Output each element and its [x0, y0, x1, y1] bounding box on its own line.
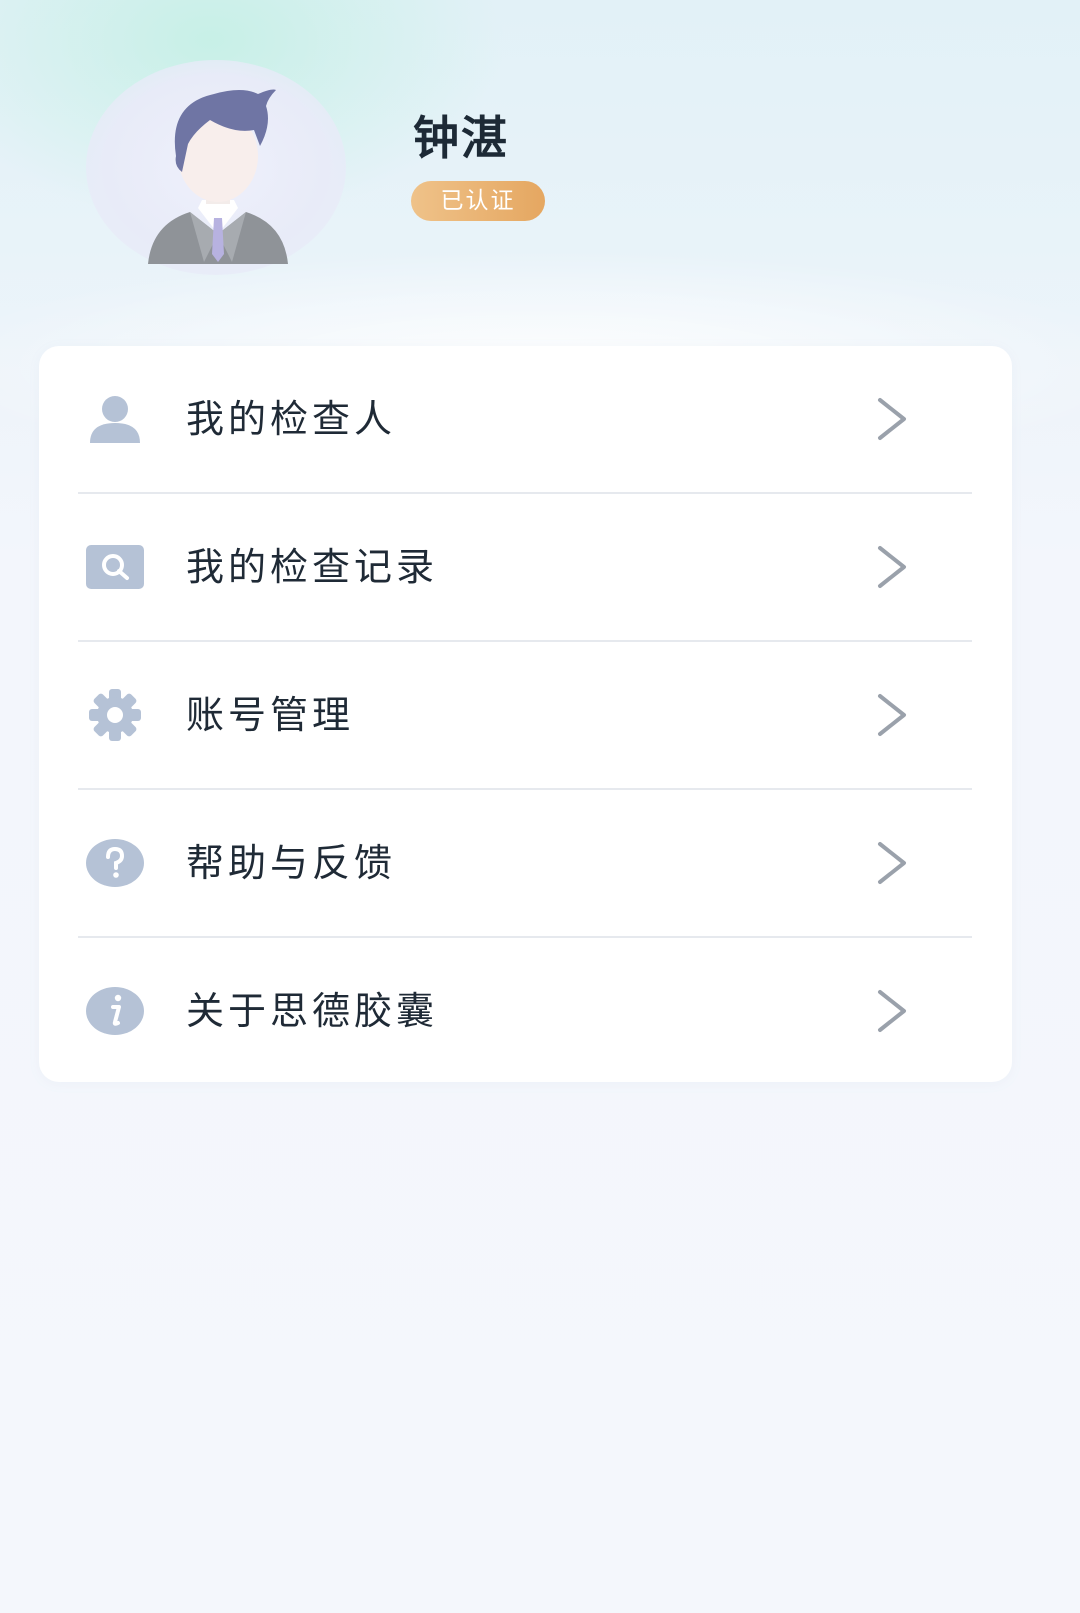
chevron-right-icon — [878, 842, 906, 884]
chevron-right-icon — [878, 398, 906, 440]
help-icon — [85, 833, 145, 893]
menu-item-my-exam-records[interactable]: 我的检查记录 — [39, 494, 1012, 641]
search-record-icon — [85, 537, 145, 597]
menu-item-label: 账号管理 — [186, 693, 355, 737]
menu-item-account-management[interactable]: 账号管理 — [39, 642, 1012, 789]
person-icon — [85, 389, 145, 449]
menu-item-about[interactable]: 关于思德胶囊 — [39, 938, 1012, 1085]
user-avatar-icon — [148, 89, 288, 264]
chevron-right-icon — [878, 694, 906, 736]
user-name: 钟湛 — [413, 111, 509, 165]
menu-item-label: 帮助与反馈 — [186, 841, 397, 885]
avatar[interactable] — [86, 60, 346, 275]
gear-icon — [85, 685, 145, 745]
menu-card: 我的检查人 我的检查记录 账号管理 帮助与反馈 关于思德胶囊 — [39, 346, 1012, 1082]
info-icon — [85, 981, 145, 1041]
menu-item-help-feedback[interactable]: 帮助与反馈 — [39, 790, 1012, 937]
profile-page: 钟湛 已认证 我的检查人 我的检查记录 账号管理 帮助与反馈 关于思德胶囊 — [0, 0, 1080, 1613]
chevron-right-icon — [878, 546, 906, 588]
menu-item-label: 关于思德胶囊 — [186, 989, 439, 1033]
verified-badge: 已认证 — [411, 181, 545, 221]
menu-item-my-examinees[interactable]: 我的检查人 — [39, 346, 1012, 493]
menu-item-label: 我的检查人 — [186, 397, 397, 441]
chevron-right-icon — [878, 990, 906, 1032]
menu-item-label: 我的检查记录 — [186, 545, 439, 589]
